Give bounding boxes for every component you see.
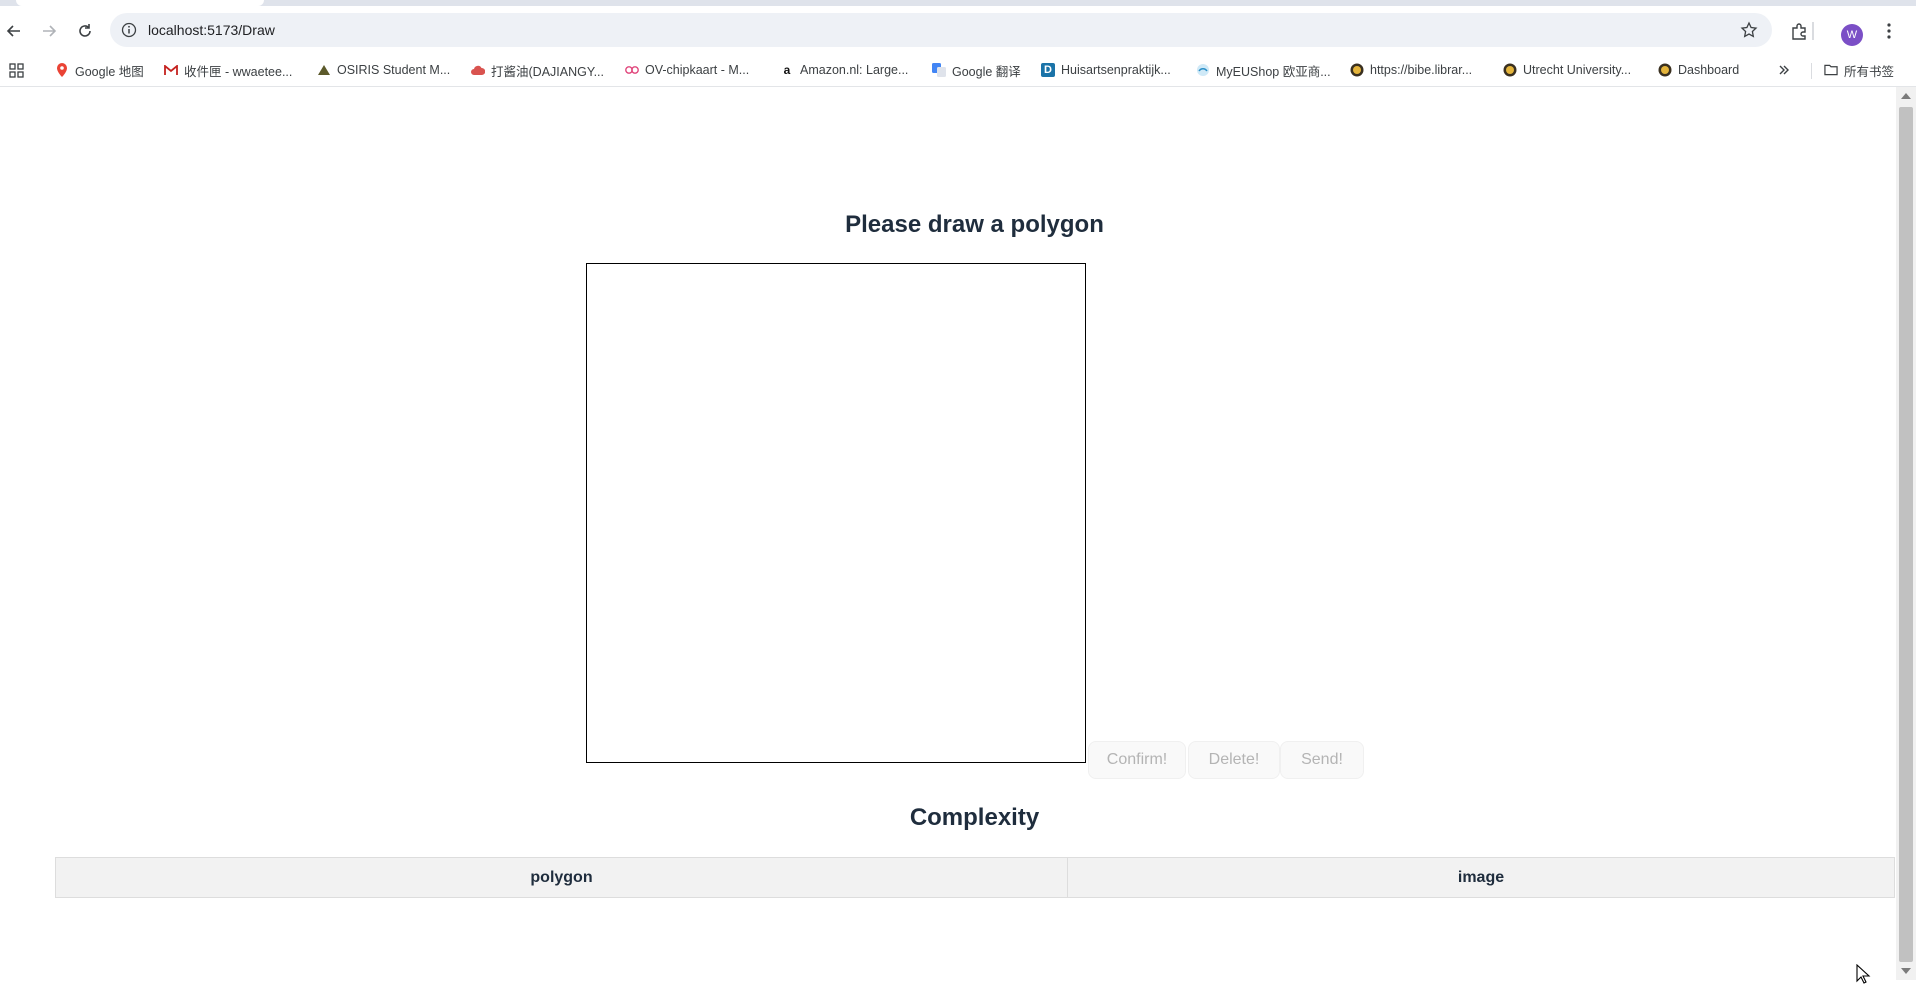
- back-icon[interactable]: [1, 18, 27, 44]
- column-header-image: image: [1067, 857, 1895, 898]
- ov-icon: [625, 63, 639, 77]
- osiris-icon: [317, 63, 331, 77]
- bookmark-label: OSIRIS Student M...: [337, 63, 451, 77]
- bookmark-label: Google 地图: [75, 64, 144, 79]
- bookmark-gmail[interactable]: 收件匣 - wwaetee...: [164, 54, 292, 86]
- browser-toolbar: localhost:5173/Draw W: [0, 6, 1916, 54]
- confirm-button[interactable]: Confirm!: [1088, 741, 1186, 779]
- address-bar[interactable]: localhost:5173/Draw: [110, 13, 1772, 47]
- folder-icon: [1824, 63, 1838, 77]
- page-viewport: Please draw a polygon Confirm! Delete! S…: [0, 87, 1896, 980]
- bookmark-label: 打酱油(DAJIANGY...: [491, 64, 604, 79]
- all-bookmarks-label: 所有书签: [1844, 64, 1895, 79]
- bookmarks-overflow-icon[interactable]: [1778, 54, 1790, 86]
- translate-icon: [932, 63, 946, 77]
- url-text[interactable]: localhost:5173/Draw: [148, 22, 275, 38]
- cloud-icon: [471, 63, 485, 77]
- table-header-row: polygon image: [55, 857, 1895, 898]
- delete-button[interactable]: Delete!: [1188, 741, 1280, 779]
- bookmark-label: OV-chipkaart - M...: [645, 63, 750, 77]
- bookmark-google-maps[interactable]: Google 地图: [55, 54, 144, 86]
- site-info-icon[interactable]: [120, 21, 138, 39]
- page-title: Please draw a polygon: [845, 211, 1104, 238]
- browser-menu-icon[interactable]: [1876, 18, 1902, 44]
- bookmark-label: Dashboard: [1678, 63, 1740, 77]
- bookmark-label: Utrecht University...: [1523, 63, 1632, 77]
- bookmark-label: Huisartsenpraktijk...: [1061, 63, 1171, 77]
- uu-seal-icon: [1503, 63, 1517, 77]
- send-button[interactable]: Send!: [1280, 741, 1364, 779]
- apps-grid-icon[interactable]: [9, 54, 24, 86]
- mouse-cursor-icon: [1856, 963, 1874, 989]
- bookmark-label: https://bibe.librar...: [1370, 63, 1473, 77]
- bookmark-star-icon[interactable]: [1740, 21, 1758, 44]
- bookmarks-separator: [1811, 63, 1812, 79]
- gmail-icon: [164, 63, 178, 77]
- bookmark-label: MyEUShop 欧亚商...: [1216, 64, 1331, 79]
- complexity-table: polygon image: [55, 857, 1895, 898]
- d-icon: D: [1041, 63, 1055, 77]
- bookmark-google-translate[interactable]: Google 翻译: [932, 54, 1021, 86]
- complexity-title: Complexity: [909, 804, 1040, 831]
- column-header-polygon: polygon: [55, 857, 1068, 898]
- all-bookmarks-folder[interactable]: 所有书签: [1824, 54, 1894, 86]
- bookmark-huisartsenpraktijk[interactable]: D Huisartsenpraktijk...: [1041, 54, 1171, 86]
- scroll-down-arrow-icon[interactable]: [1901, 968, 1911, 974]
- bookmark-label: Google 翻译: [952, 64, 1021, 79]
- bookmark-dajiangyou[interactable]: 打酱油(DAJIANGY...: [471, 54, 604, 86]
- uu-seal-icon: [1658, 63, 1672, 77]
- uu-seal-icon: [1350, 63, 1364, 77]
- bookmark-amazon[interactable]: a Amazon.nl: Large...: [780, 54, 909, 86]
- bookmark-bibe-library[interactable]: https://bibe.librar...: [1350, 54, 1472, 86]
- page-scrollbar[interactable]: [1896, 87, 1916, 980]
- bookmark-osiris[interactable]: OSIRIS Student M...: [317, 54, 450, 86]
- bookmark-myeushop[interactable]: MyEUShop 欧亚商...: [1196, 54, 1331, 86]
- scrollbar-thumb[interactable]: [1899, 107, 1913, 962]
- myeushop-icon: [1196, 63, 1210, 77]
- extensions-icon[interactable]: [1786, 18, 1812, 44]
- bookmark-ov-chipkaart[interactable]: OV-chipkaart - M...: [625, 54, 749, 86]
- bookmark-utrecht-university[interactable]: Utrecht University...: [1503, 54, 1631, 86]
- amazon-icon: a: [783, 63, 791, 77]
- forward-icon[interactable]: [36, 18, 62, 44]
- bookmark-label: 收件匣 - wwaetee...: [184, 64, 293, 79]
- drawing-canvas[interactable]: [586, 263, 1086, 763]
- toolbar-separator: [1812, 22, 1814, 40]
- scroll-up-arrow-icon[interactable]: [1901, 93, 1911, 99]
- bookmarks-bar: Google 地图 收件匣 - wwaetee... OSIRIS Studen…: [0, 54, 1916, 87]
- bookmark-dashboard[interactable]: Dashboard: [1658, 54, 1739, 86]
- reload-icon[interactable]: [72, 18, 98, 44]
- maps-pin-icon: [55, 63, 69, 77]
- bookmark-label: Amazon.nl: Large...: [800, 63, 909, 77]
- profile-avatar[interactable]: W: [1841, 24, 1863, 46]
